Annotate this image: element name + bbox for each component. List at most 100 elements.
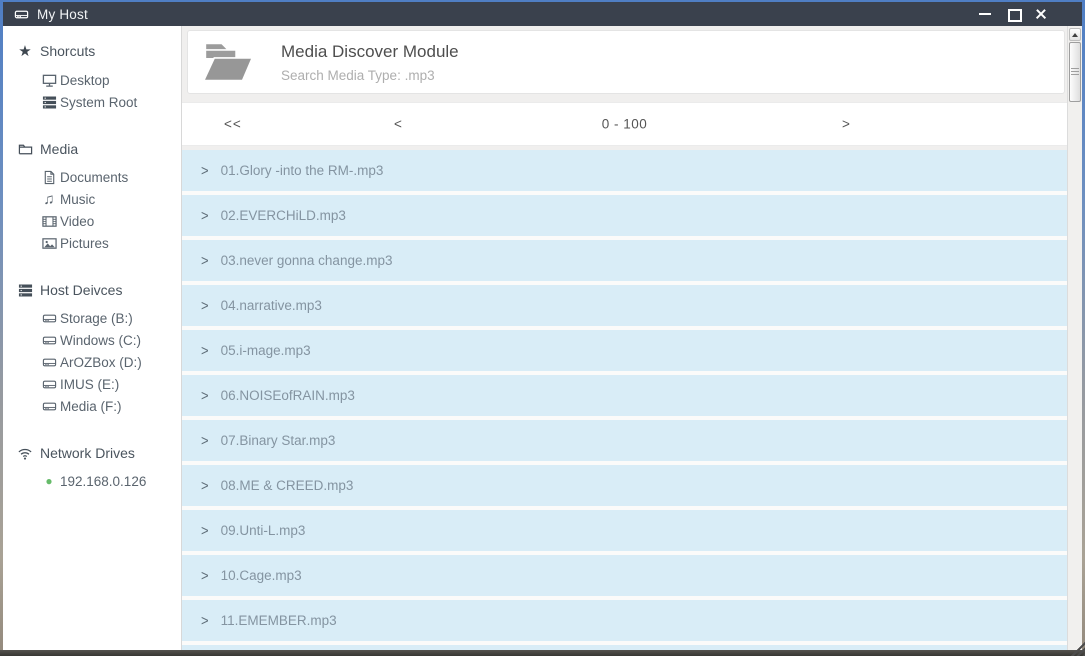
pagination-bar: << < 0 - 100 >	[182, 102, 1067, 146]
list-item[interactable]: >11.EMEMBER.mp3	[182, 600, 1067, 645]
sidebar-section-header-shorcuts[interactable]: ★ Shorcuts	[17, 42, 181, 60]
chevron-right-icon: >	[201, 477, 209, 494]
window-bottom-border	[0, 650, 1085, 656]
scrollbar-thumb[interactable]	[1069, 42, 1081, 102]
chevron-right-icon: >	[201, 297, 209, 314]
document-icon	[41, 170, 57, 185]
module-subtitle: Search Media Type: .mp3	[281, 68, 459, 83]
maximize-button[interactable]	[1006, 8, 1020, 20]
list-item[interactable]: >10.Cage.mp3	[182, 555, 1067, 600]
sidebar-item-documents[interactable]: Documents	[41, 166, 181, 188]
sidebar: ★ Shorcuts Desktop System Root Media Document…	[3, 26, 182, 650]
window-body: ★ Shorcuts Desktop System Root Media Document…	[3, 26, 1082, 650]
sidebar-item-video[interactable]: Video	[41, 210, 181, 232]
chevron-right-icon: >	[201, 432, 209, 449]
scrollbar[interactable]	[1067, 26, 1082, 650]
sidebar-item-media-f[interactable]: Media (F:)	[41, 395, 181, 417]
sidebar-item-windows-c[interactable]: Windows (C:)	[41, 329, 181, 351]
sidebar-section-host-deivces: Host Deivces Storage (B:) Windows (C:) ArOZ…	[17, 282, 181, 417]
sidebar-item-label: 192.168.0.126	[60, 474, 146, 489]
sidebar-item-label: IMUS (E:)	[60, 377, 119, 392]
server-icon	[17, 283, 33, 298]
file-name: 04.narrative.mp3	[221, 298, 322, 313]
list-item[interactable]: >08.ME & CREED.mp3	[182, 465, 1067, 510]
page-next-button[interactable]: >	[842, 117, 851, 132]
sidebar-item-label: Pictures	[60, 236, 109, 251]
sidebar-item-label: ArOZBox (D:)	[60, 355, 142, 370]
sidebar-item-system-root[interactable]: System Root	[41, 91, 181, 113]
window-controls	[978, 8, 1074, 20]
chevron-right-icon: >	[201, 342, 209, 359]
chevron-right-icon: >	[201, 162, 209, 179]
list-item[interactable]: >02.EVERCHiLD.mp3	[182, 195, 1067, 240]
hdd-icon	[41, 377, 57, 392]
sidebar-section-shorcuts: ★ Shorcuts Desktop System Root	[17, 42, 181, 113]
list-item[interactable]: >04.narrative.mp3	[182, 285, 1067, 330]
list-item[interactable]: >01.Glory -into the RM-.mp3	[182, 150, 1067, 195]
close-button[interactable]	[1034, 8, 1048, 20]
section-items: Desktop System Root	[17, 69, 181, 113]
page-first-button[interactable]: <<	[224, 117, 242, 132]
list-item[interactable]: >03.never gonna change.mp3	[182, 240, 1067, 285]
server-icon	[41, 95, 57, 110]
sidebar-section-media: Media Documents♫MusicVideo Pictures	[17, 141, 181, 254]
harddrive-icon	[13, 7, 29, 22]
music-icon: ♫	[41, 191, 57, 208]
chevron-right-icon: >	[201, 522, 209, 539]
file-name: 08.ME & CREED.mp3	[221, 478, 354, 493]
file-name: 11.EMEMBER.mp3	[221, 613, 337, 628]
section-label: Media	[40, 141, 78, 157]
window-frame: My Host ★ Shorcuts Desktop System Root Media…	[0, 0, 1085, 656]
sidebar-item-192-168-0-126[interactable]: ●192.168.0.126	[41, 470, 181, 492]
sidebar-item-label: Desktop	[60, 73, 110, 88]
sidebar-item-arozbox-d[interactable]: ArOZBox (D:)	[41, 351, 181, 373]
scrollbar-grip-icon	[1071, 68, 1079, 77]
titlebar[interactable]: My Host	[3, 2, 1082, 26]
sidebar-section-header-media[interactable]: Media	[17, 141, 181, 157]
wifi-icon	[17, 446, 33, 461]
main-panel: Media Discover Module Search Media Type:…	[182, 26, 1067, 650]
file-name: 06.NOISEofRAIN.mp3	[221, 388, 355, 403]
section-label: Host Deivces	[40, 282, 122, 298]
list-item[interactable]: >06.NOISEofRAIN.mp3	[182, 375, 1067, 420]
hdd-icon	[41, 355, 57, 370]
section-items: ●192.168.0.126	[17, 470, 181, 492]
folder-icon	[17, 142, 33, 157]
file-name: 10.Cage.mp3	[221, 568, 302, 583]
list-item[interactable]: >09.Unti-L.mp3	[182, 510, 1067, 555]
sidebar-item-label: Windows (C:)	[60, 333, 141, 348]
file-name: 05.i-mage.mp3	[221, 343, 311, 358]
film-icon	[41, 214, 57, 229]
sidebar-section-header-host-deivces[interactable]: Host Deivces	[17, 282, 181, 298]
open-folder-icon	[201, 41, 255, 83]
sidebar-item-imus-e[interactable]: IMUS (E:)	[41, 373, 181, 395]
hdd-icon	[41, 399, 57, 414]
minimize-button[interactable]	[978, 8, 992, 20]
list-item[interactable]: >05.i-mage.mp3	[182, 330, 1067, 375]
window-title: My Host	[37, 7, 88, 22]
sidebar-item-music[interactable]: ♫Music	[41, 188, 181, 210]
picture-icon	[41, 236, 57, 251]
chevron-right-icon: >	[201, 207, 209, 224]
sidebar-item-label: Media (F:)	[60, 399, 122, 414]
hdd-icon	[41, 311, 57, 326]
star-icon: ★	[17, 42, 33, 60]
sidebar-item-storage-b[interactable]: Storage (B:)	[41, 307, 181, 329]
sidebar-item-desktop[interactable]: Desktop	[41, 69, 181, 91]
list-item[interactable]: >07.Binary Star.mp3	[182, 420, 1067, 465]
chevron-right-icon: >	[201, 612, 209, 629]
module-header: Media Discover Module Search Media Type:…	[187, 30, 1065, 94]
file-name: 03.never gonna change.mp3	[221, 253, 393, 268]
green-dot-icon: ●	[41, 474, 57, 488]
page-range-label: 0 - 100	[602, 117, 648, 132]
hdd-icon	[41, 333, 57, 348]
file-list: >01.Glory -into the RM-.mp3>02.EVERCHiLD…	[182, 150, 1067, 650]
page-prev-button[interactable]: <	[394, 117, 403, 132]
sidebar-item-pictures[interactable]: Pictures	[41, 232, 181, 254]
section-items: Storage (B:) Windows (C:) ArOZBox (D:) IMUS…	[17, 307, 181, 417]
scroll-up-arrow-icon[interactable]	[1069, 28, 1081, 41]
sidebar-item-label: Storage (B:)	[60, 311, 133, 326]
chevron-right-icon: >	[201, 252, 209, 269]
section-label: Shorcuts	[40, 43, 95, 59]
sidebar-section-header-network-drives[interactable]: Network Drives	[17, 445, 181, 461]
